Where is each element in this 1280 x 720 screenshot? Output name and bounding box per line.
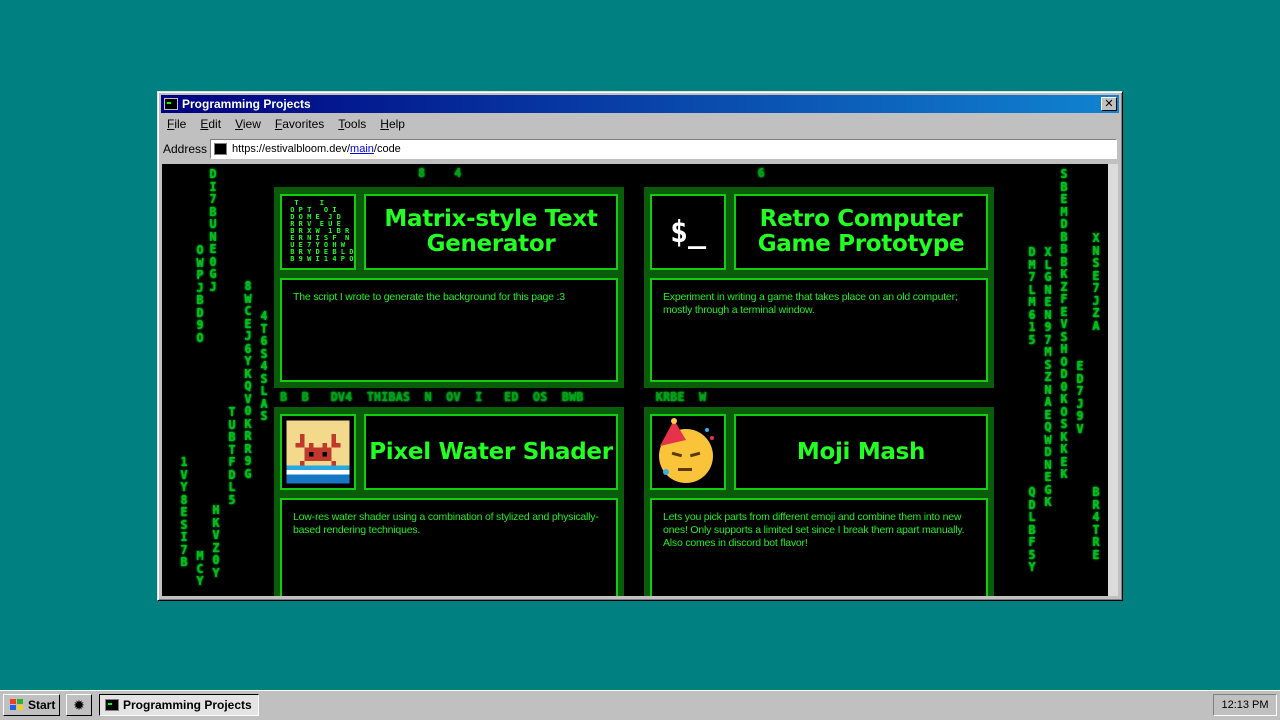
- terminal-thumbnail: $_: [650, 194, 726, 270]
- rain-column: 1VY8ESI7B: [180, 455, 188, 569]
- address-bar: Address https://estivalbloom.dev/main/co…: [161, 138, 1119, 160]
- menu-view-label: iew: [242, 117, 261, 131]
- window-title: Programming Projects: [182, 97, 311, 111]
- system-tray-clock[interactable]: 12:13 PM: [1213, 694, 1277, 716]
- title-bar[interactable]: Programming Projects ✕: [161, 95, 1119, 113]
- url-prefix: https://estivalbloom.dev/: [232, 143, 351, 155]
- rain-column: DM7LM615: [1028, 245, 1036, 347]
- taskbar-window-label: Programming Projects: [123, 698, 252, 712]
- rain-column: ED7J9V: [1076, 359, 1084, 436]
- page-icon: [214, 143, 228, 155]
- vertical-scrollbar[interactable]: [1108, 164, 1118, 596]
- menu-bar: File Edit View Favorites Tools Help: [161, 114, 1119, 134]
- project-description: The script I wrote to generate the backg…: [280, 278, 618, 382]
- browser-window: Programming Projects ✕ File Edit View Fa…: [157, 91, 1123, 601]
- project-card-retro-game[interactable]: $_ Retro Computer Game Prototype Experim…: [644, 187, 994, 388]
- taskbar-window-button[interactable]: Programming Projects: [99, 694, 259, 716]
- rain-column: DI7BUNE0GJ: [209, 167, 217, 294]
- menu-help-label: elp: [388, 117, 405, 131]
- rain-column: XLGNEN97MSZNAEQWDNEGK: [1044, 245, 1052, 509]
- pixel-crab-thumbnail: [280, 414, 356, 490]
- windows-logo-icon: [10, 699, 24, 711]
- address-label: Address: [163, 142, 208, 156]
- start-button[interactable]: Start: [3, 694, 60, 716]
- address-input[interactable]: https://estivalbloom.dev/main/code: [210, 139, 1117, 159]
- menu-tools-label: ools: [344, 117, 367, 131]
- menu-favorites-label: avorites: [282, 117, 325, 131]
- rain-column: TUBTFDL5: [228, 405, 236, 507]
- terminal-app-icon: [164, 98, 178, 110]
- menu-edit-label: dit: [208, 117, 222, 131]
- project-description: Low-res water shader using a combination…: [280, 498, 618, 596]
- menu-favorites[interactable]: Favorites: [275, 117, 324, 131]
- menu-help[interactable]: Help: [380, 117, 405, 131]
- close-button[interactable]: ✕: [1101, 97, 1117, 111]
- project-card-water-shader[interactable]: Pixel Water Shader Low-res water shader …: [274, 407, 624, 596]
- url-link-main[interactable]: main: [350, 143, 374, 155]
- rain-column: BR4TRE: [1092, 485, 1100, 562]
- project-card-moji-mash[interactable]: Moji Mash Lets you pick parts from diffe…: [644, 407, 994, 596]
- emoji-thumbnail: [650, 414, 726, 490]
- url-suffix: /code: [373, 143, 401, 155]
- menu-file-label: ile: [174, 117, 187, 131]
- rain-column: HKVZ0Y: [212, 503, 220, 580]
- rain-column: SBEMDBBBKZFEVSHOD0KOSKKEK: [1060, 167, 1068, 481]
- menu-view[interactable]: View: [235, 117, 261, 131]
- rain-row: B B DV4 THIBAS N OV I ED OS BWB KRBE W: [280, 390, 707, 404]
- menu-help-accel: H: [380, 117, 389, 131]
- menu-tools[interactable]: Tools: [338, 117, 366, 131]
- project-description: Lets you pick parts from different emoji…: [650, 498, 988, 596]
- project-title[interactable]: Retro Computer Game Prototype: [734, 194, 988, 270]
- project-card-matrix[interactable]: T I O P T O I D O M E J D R R V E U E B …: [274, 187, 624, 388]
- start-label: Start: [28, 698, 56, 712]
- rain-column: MCY: [196, 549, 204, 588]
- taskbar: Start ✹ Programming Projects 12:13 PM: [0, 690, 1280, 720]
- quick-launch-sun-icon[interactable]: ✹: [66, 694, 92, 716]
- project-description: Experiment in writing a game that takes …: [650, 278, 988, 382]
- terminal-app-icon: [105, 699, 119, 711]
- menu-edit[interactable]: Edit: [200, 117, 221, 131]
- menu-file[interactable]: File: [167, 117, 186, 131]
- project-title[interactable]: Moji Mash: [734, 414, 988, 490]
- matrix-thumbnail: T I O P T O I D O M E J D R R V E U E B …: [280, 194, 356, 270]
- rain-column: 4T6S4SLAS: [260, 309, 268, 423]
- project-title[interactable]: Pixel Water Shader: [364, 414, 618, 490]
- rain-column: OWPJBD9O: [196, 243, 204, 345]
- menu-view-accel: V: [235, 117, 243, 131]
- rain-row-top: 8 4 6: [418, 166, 765, 180]
- rain-column: XNSE7JZA: [1092, 231, 1100, 333]
- rain-column: QDLBF5Y: [1028, 485, 1036, 574]
- page-content[interactable]: DI7BUNE0GJ OWPJBD9O 8WCEJ6YKQV0KRR9G 4T6…: [162, 164, 1108, 596]
- project-title[interactable]: Matrix-style Text Generator: [364, 194, 618, 270]
- rain-column: 8WCEJ6YKQV0KRR9G: [244, 279, 252, 481]
